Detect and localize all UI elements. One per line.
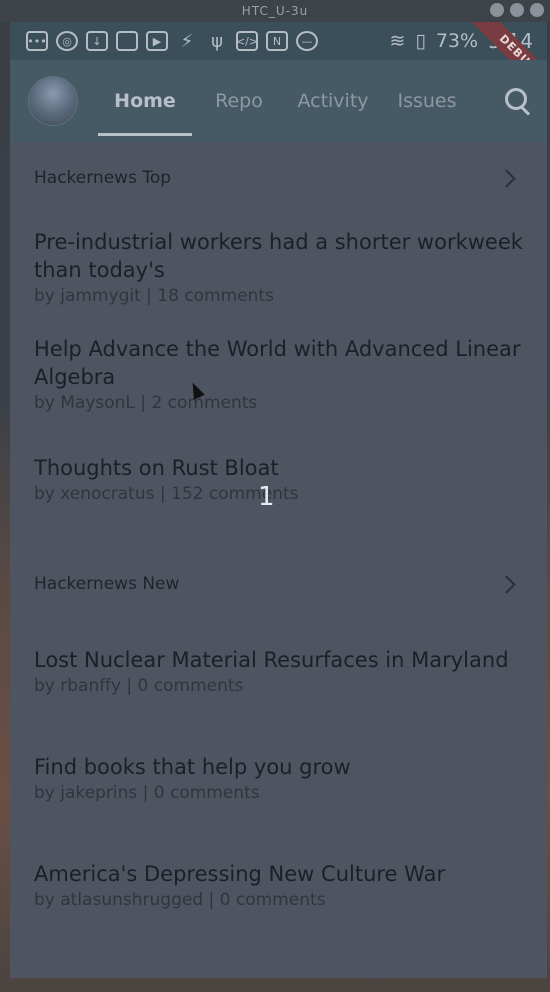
tab-repo[interactable]: Repo (192, 60, 286, 142)
avatar[interactable] (28, 76, 78, 126)
flash-icon: ⚡ (180, 30, 194, 52)
story-title: Lost Nuclear Material Resurfaces in Mary… (34, 648, 509, 672)
screenshot-icon (116, 31, 138, 51)
window-minimize-button[interactable] (490, 3, 504, 17)
list-item[interactable]: America's Depressing New Culture War by … (34, 860, 534, 912)
search-icon[interactable] (503, 86, 533, 116)
emulator-window-title: HTC_U-3u (0, 0, 550, 22)
story-meta: by atlasunshrugged | 0 comments (34, 890, 326, 910)
message-icon: ••• (26, 31, 48, 51)
list-item[interactable]: Pre-industrial workers had a shorter wor… (34, 228, 534, 308)
story-meta: by jammygit | 18 comments (34, 286, 274, 306)
tab-bar: Home Repo Activity Issues (98, 60, 474, 142)
window-maximize-button[interactable] (510, 3, 524, 17)
story-meta: by MaysonL | 2 comments (34, 393, 258, 413)
phone-screen: ••• ◎ ↓ ▶ ⚡ ψ </> N — ≋ ▯ 73% 5:14 DEBUG… (10, 22, 547, 978)
story-title: Pre-industrial workers had a shorter wor… (34, 230, 523, 282)
window-close-button[interactable] (530, 3, 544, 17)
app-bar: Home Repo Activity Issues (10, 60, 547, 142)
section-title: Hackernews Top (34, 168, 172, 188)
tap-counter-overlay: 1 (258, 482, 275, 512)
story-meta: by xenocratus | 152 comments (34, 484, 299, 504)
window-controls (490, 3, 544, 17)
tab-issues[interactable]: Issues (380, 60, 474, 142)
list-item[interactable]: Lost Nuclear Material Resurfaces in Mary… (34, 646, 534, 698)
story-title: Thoughts on Rust Bloat (34, 456, 279, 480)
home-feed: Hackernews Top Pre-industrial workers ha… (10, 142, 547, 978)
status-icons-left: ••• ◎ ↓ ▶ ⚡ ψ </> N — (10, 30, 318, 52)
search-handle (520, 106, 531, 116)
section-header-hackernews-top[interactable]: Hackernews Top (10, 163, 547, 193)
story-title: Find books that help you grow (34, 755, 351, 779)
story-meta: by jakeprins | 0 comments (34, 783, 260, 803)
wifi-icon: ≋ (389, 30, 406, 52)
list-item[interactable]: Help Advance the World with Advanced Lin… (34, 335, 534, 415)
status-bar: ••• ◎ ↓ ▶ ⚡ ψ </> N — ≋ ▯ 73% 5:14 DEBUG (10, 22, 547, 108)
chevron-right-icon (497, 574, 516, 594)
story-title: America's Depressing New Culture War (34, 862, 446, 886)
list-item[interactable]: Thoughts on Rust Bloat by xenocratus | 1… (34, 454, 534, 506)
chevron-right-icon (497, 168, 516, 188)
section-header-hackernews-new[interactable]: Hackernews New (10, 569, 547, 599)
battery-icon: ▯ (415, 30, 426, 52)
tab-activity[interactable]: Activity (286, 60, 380, 142)
usb-icon: ψ (211, 30, 223, 52)
download-icon: ↓ (86, 31, 108, 51)
nfc-icon: N (266, 31, 288, 51)
target-icon: ◎ (56, 31, 78, 51)
story-title: Help Advance the World with Advanced Lin… (34, 337, 521, 389)
window-title-text: HTC_U-3u (241, 4, 309, 18)
youtube-icon: ▶ (146, 31, 168, 51)
section-title: Hackernews New (34, 574, 180, 594)
list-item[interactable]: Find books that help you grow by jakepri… (34, 753, 534, 805)
story-meta: by rbanffy | 0 comments (34, 676, 244, 696)
battery-percent: 73% (435, 30, 479, 52)
do-not-disturb-icon: — (296, 31, 318, 51)
tab-home[interactable]: Home (98, 60, 192, 142)
code-icon: </> (236, 31, 258, 51)
